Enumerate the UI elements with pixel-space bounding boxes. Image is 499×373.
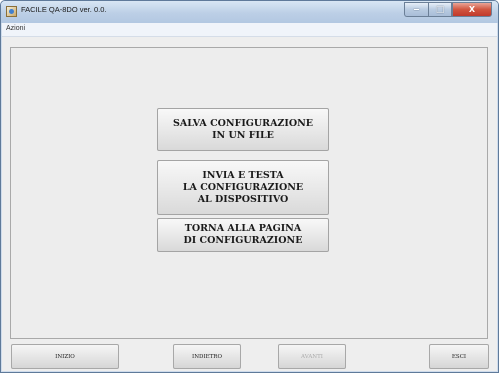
forward-button: AVANTI bbox=[278, 344, 346, 369]
content-area: SALVA CONFIGURAZIONE IN UN FILE INVIA E … bbox=[2, 37, 497, 371]
window-controls: ‒ □ X bbox=[404, 2, 492, 17]
back-button[interactable]: INDIETRO bbox=[173, 344, 241, 369]
back-to-config-button[interactable]: TORNA ALLA PAGINA DI CONFIGURAZIONE bbox=[157, 218, 329, 252]
save-config-button[interactable]: SALVA CONFIGURAZIONE IN UN FILE bbox=[157, 108, 329, 151]
window-title: FACILE QA-8DO ver. 0.0. bbox=[21, 5, 107, 14]
app-icon bbox=[6, 6, 17, 17]
title-bar[interactable]: FACILE QA-8DO ver. 0.0. ‒ □ X bbox=[1, 1, 498, 23]
start-button[interactable]: INIZIO bbox=[11, 344, 119, 369]
menu-azioni[interactable]: Azioni bbox=[6, 25, 25, 32]
maximize-button[interactable]: □ bbox=[428, 2, 452, 17]
app-window: FACILE QA-8DO ver. 0.0. ‒ □ X Azioni SAL… bbox=[0, 0, 499, 373]
send-test-config-button[interactable]: INVIA E TESTA LA CONFIGURAZIONE AL DISPO… bbox=[157, 160, 329, 215]
minimize-button[interactable]: ‒ bbox=[404, 2, 428, 17]
menu-bar: Azioni bbox=[2, 23, 497, 37]
main-panel: SALVA CONFIGURAZIONE IN UN FILE INVIA E … bbox=[10, 47, 488, 339]
exit-button[interactable]: ESCI bbox=[429, 344, 489, 369]
close-button[interactable]: X bbox=[452, 2, 492, 17]
